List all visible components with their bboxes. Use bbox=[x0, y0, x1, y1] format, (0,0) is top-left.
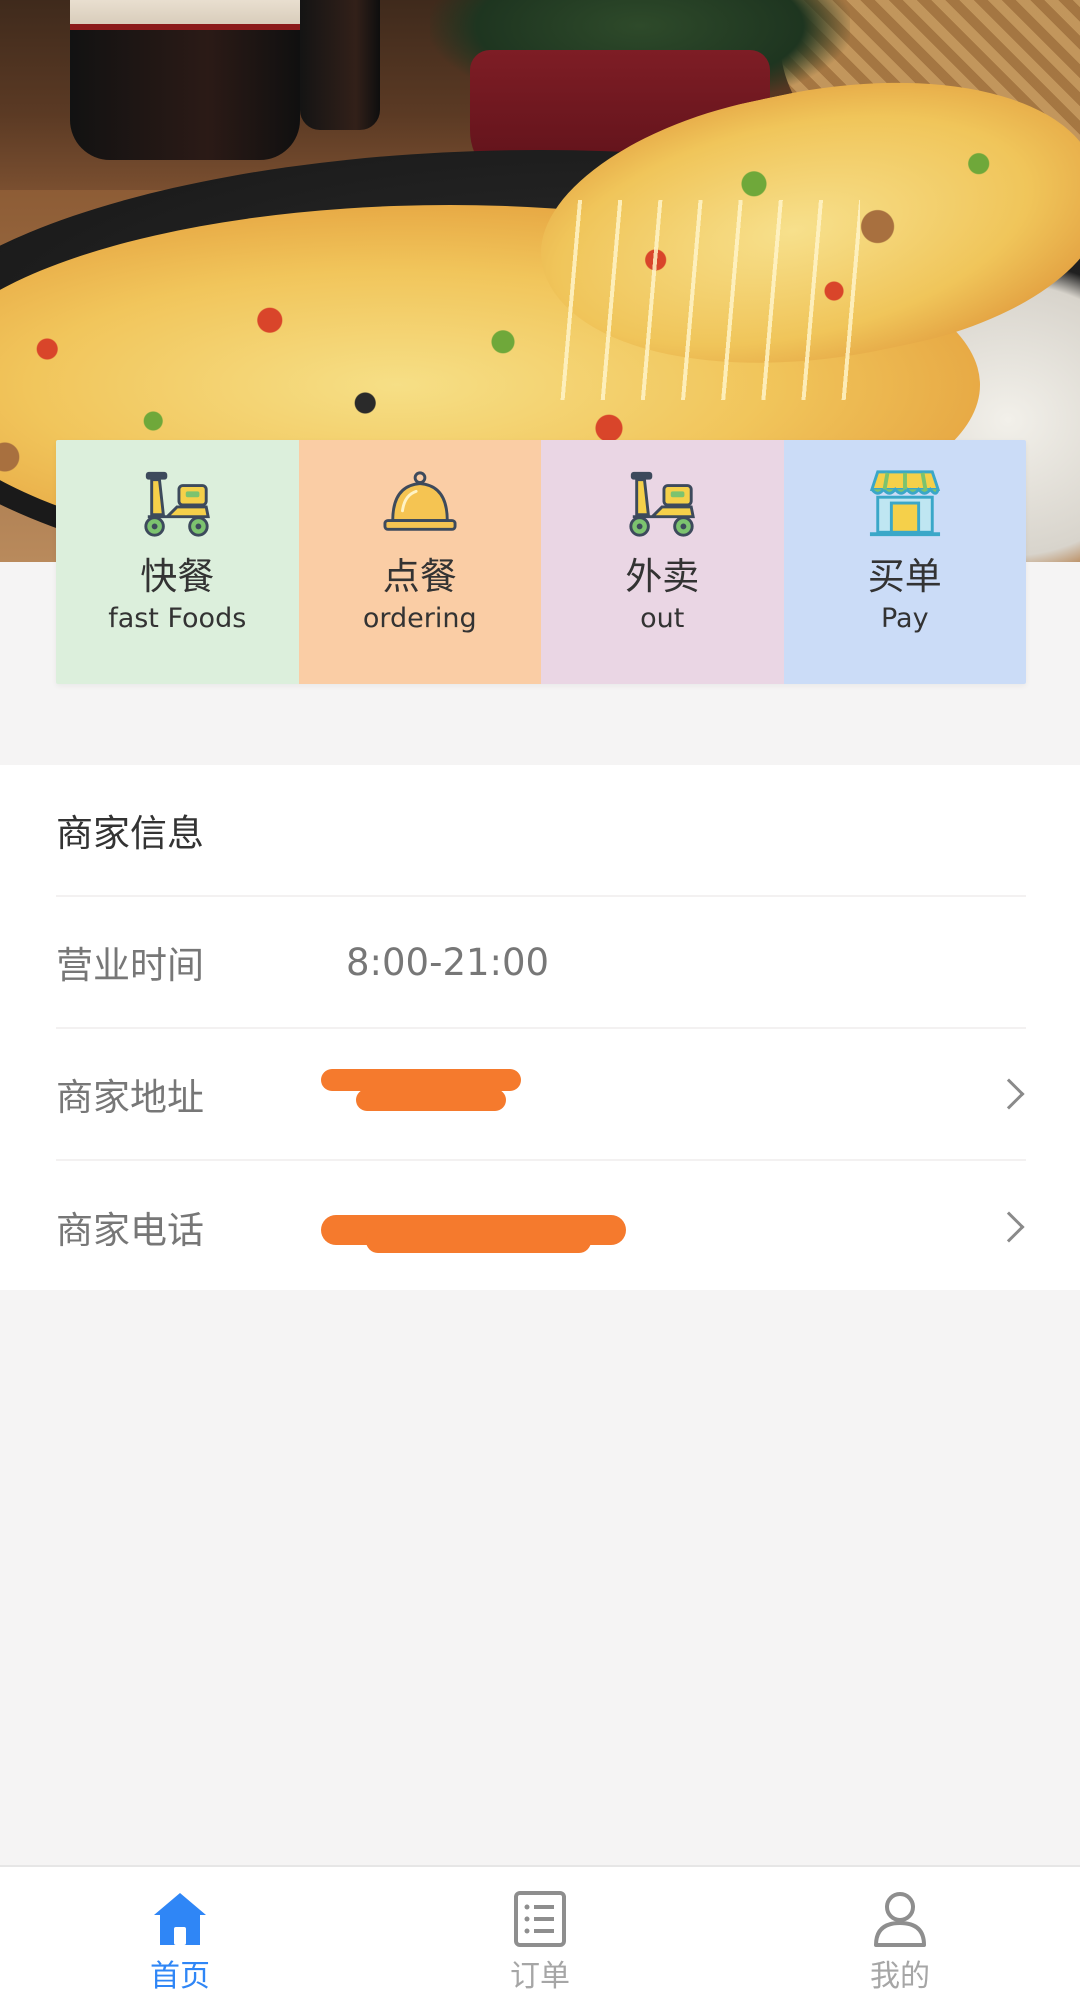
home-page: 快餐 fast Foods 点餐 ordering 外卖 out 买单 Pay … bbox=[0, 0, 1080, 2014]
delivery-scooter-icon bbox=[629, 471, 696, 537]
redacted-phone-line-2 bbox=[366, 1229, 591, 1253]
category-title: 买单 bbox=[867, 555, 942, 598]
redacted-address-line-2 bbox=[356, 1089, 506, 1111]
business-hours-row: 营业时间 8:00-21:00 bbox=[56, 897, 1026, 1029]
user-icon bbox=[874, 1892, 926, 1947]
address-label: 商家地址 bbox=[56, 1076, 204, 1119]
category-subtitle: Pay bbox=[880, 603, 929, 634]
section-title: 商家信息 bbox=[56, 812, 204, 855]
tab-home[interactable]: 首页 bbox=[0, 1867, 360, 2014]
category-ordering[interactable]: 点餐 ordering bbox=[298, 440, 541, 684]
category-subtitle: ordering bbox=[362, 603, 477, 634]
service-bell-icon bbox=[383, 471, 457, 531]
bottom-tab-bar: 首页 订单 我的 bbox=[0, 1865, 1080, 2014]
category-title: 外卖 bbox=[625, 555, 700, 598]
category-takeout[interactable]: 外卖 out bbox=[541, 440, 784, 684]
phone-label: 商家电话 bbox=[56, 1209, 204, 1252]
merchant-info-panel: 商家信息 营业时间 8:00-21:00 商家地址 商家电话 bbox=[0, 765, 1080, 1290]
order-list-icon bbox=[514, 1891, 566, 1947]
tab-label: 订单 bbox=[510, 1959, 570, 1994]
home-icon bbox=[154, 1893, 206, 1945]
chevron-right-icon bbox=[993, 1211, 1025, 1243]
tab-profile[interactable]: 我的 bbox=[720, 1867, 1080, 2014]
phone-row[interactable]: 商家电话 bbox=[56, 1161, 1026, 1293]
merchant-info-header: 商家信息 bbox=[56, 765, 1026, 897]
category-grid: 快餐 fast Foods 点餐 ordering 外卖 out 买单 Pay bbox=[56, 440, 1026, 684]
scooter-icon bbox=[144, 471, 211, 537]
category-pay[interactable]: 买单 Pay bbox=[783, 440, 1026, 684]
tab-orders[interactable]: 订单 bbox=[360, 1867, 720, 2014]
category-title: 快餐 bbox=[140, 555, 215, 598]
business-hours-value: 8:00-21:00 bbox=[346, 940, 550, 984]
category-fast-foods[interactable]: 快餐 fast Foods bbox=[56, 440, 299, 684]
category-subtitle: out bbox=[640, 603, 685, 634]
tab-label: 我的 bbox=[870, 1959, 930, 1994]
category-subtitle: fast Foods bbox=[108, 603, 247, 634]
address-row[interactable]: 商家地址 bbox=[56, 1029, 1026, 1161]
storefront-icon bbox=[869, 470, 940, 537]
category-title: 点餐 bbox=[382, 555, 457, 598]
redacted-address bbox=[321, 1069, 521, 1091]
tab-label: 首页 bbox=[150, 1959, 210, 1994]
business-hours-label: 营业时间 bbox=[56, 944, 204, 987]
chevron-right-icon bbox=[993, 1078, 1025, 1110]
